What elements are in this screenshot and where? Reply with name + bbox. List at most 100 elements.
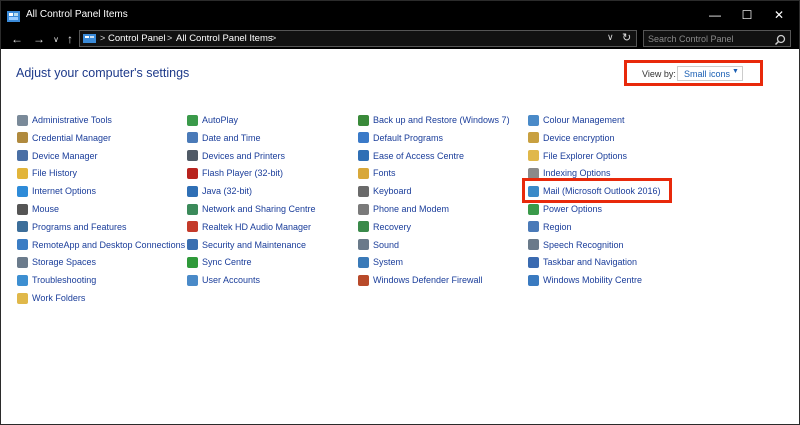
control-panel-item-label: Realtek HD Audio Manager bbox=[202, 221, 312, 232]
sync-centre-icon bbox=[187, 256, 198, 268]
autoplay-icon bbox=[187, 114, 198, 126]
colour-management-icon bbox=[528, 114, 539, 126]
address-bar[interactable]: > Control Panel > All Control Panel Item… bbox=[79, 30, 637, 47]
control-panel-item-label: Java (32-bit) bbox=[202, 186, 253, 197]
back-button[interactable]: ← bbox=[9, 32, 25, 46]
control-panel-item[interactable]: Mouse bbox=[17, 202, 59, 216]
control-panel-item-label: Taskbar and Navigation bbox=[543, 257, 638, 268]
control-panel-item-label: Credential Manager bbox=[32, 132, 112, 143]
minimize-button[interactable]: — bbox=[699, 1, 731, 29]
control-panel-item[interactable]: AutoPlay bbox=[187, 113, 238, 127]
control-panel-item[interactable]: Java (32-bit) bbox=[187, 184, 252, 198]
control-panel-item[interactable]: Flash Player (32-bit) bbox=[187, 166, 283, 180]
control-panel-item[interactable]: Storage Spaces bbox=[17, 255, 96, 269]
refresh-icon[interactable]: ↻ bbox=[622, 31, 631, 44]
control-panel-item[interactable]: Windows Mobility Centre bbox=[528, 273, 642, 287]
control-panel-item-label: Date and Time bbox=[202, 132, 261, 143]
control-panel-item[interactable]: File Explorer Options bbox=[528, 149, 627, 163]
control-panel-item-label: File History bbox=[32, 168, 78, 179]
recovery-icon bbox=[358, 221, 369, 233]
control-panel-item[interactable]: Network and Sharing Centre bbox=[187, 202, 316, 216]
control-panel-item-label: AutoPlay bbox=[202, 115, 239, 125]
ease-of-access-icon bbox=[358, 150, 369, 162]
control-panel-app-icon bbox=[7, 9, 20, 22]
remoteapp-icon bbox=[17, 239, 28, 251]
control-panel-item[interactable]: Work Folders bbox=[17, 291, 85, 305]
control-panel-item[interactable]: Devices and Printers bbox=[187, 149, 285, 163]
control-panel-item[interactable]: Default Programs bbox=[358, 131, 443, 145]
file-explorer-options-icon bbox=[528, 150, 539, 162]
control-panel-icon bbox=[83, 34, 96, 43]
control-panel-item[interactable]: Security and Maintenance bbox=[187, 238, 306, 252]
control-panel-item[interactable]: Speech Recognition bbox=[528, 238, 624, 252]
speech-recognition-icon bbox=[528, 239, 539, 251]
control-panel-item[interactable]: Sync Centre bbox=[187, 255, 252, 269]
control-panel-item-label: Sync Centre bbox=[202, 257, 252, 268]
control-panel-item[interactable]: System bbox=[358, 255, 403, 269]
control-panel-item[interactable]: Device Manager bbox=[17, 149, 98, 163]
control-panel-item[interactable]: User Accounts bbox=[187, 273, 260, 287]
network-sharing-icon bbox=[187, 203, 198, 215]
forward-button[interactable]: → bbox=[31, 32, 47, 46]
maximize-button[interactable]: ☐ bbox=[731, 1, 763, 29]
control-panel-item-label: Internet Options bbox=[32, 186, 97, 197]
search-icon[interactable] bbox=[774, 33, 786, 46]
control-panel-item-label: Back up and Restore (Windows 7) bbox=[373, 115, 510, 125]
phone-modem-icon bbox=[358, 203, 369, 215]
control-panel-item[interactable]: Taskbar and Navigation bbox=[528, 255, 637, 269]
address-dropdown-icon[interactable]: ∨ bbox=[607, 32, 614, 43]
control-panel-item-label: Network and Sharing Centre bbox=[202, 204, 316, 214]
control-panel-item[interactable]: Colour Management bbox=[528, 113, 625, 127]
breadcrumb-separator: > bbox=[271, 33, 277, 43]
control-panel-item[interactable]: Troubleshooting bbox=[17, 273, 96, 287]
control-panel-item[interactable]: Credential Manager bbox=[17, 131, 111, 145]
control-panel-item-label: Device Manager bbox=[32, 150, 98, 161]
keyboard-icon bbox=[358, 185, 369, 197]
taskbar-navigation-icon bbox=[528, 256, 539, 268]
control-panel-item[interactable]: Back up and Restore (Windows 7) bbox=[358, 113, 510, 127]
control-panel-item[interactable]: Recovery bbox=[358, 220, 411, 234]
control-panel-item[interactable]: Fonts bbox=[358, 166, 396, 180]
control-panel-item[interactable]: Programs and Features bbox=[17, 220, 127, 234]
breadcrumb-control-panel[interactable]: Control Panel bbox=[108, 33, 166, 44]
admin-tools-icon bbox=[17, 114, 28, 126]
control-panel-item[interactable]: Power Options bbox=[528, 202, 602, 216]
breadcrumb-separator: > bbox=[100, 33, 106, 43]
control-panel-item-label: Default Programs bbox=[373, 132, 444, 143]
device-encryption-icon bbox=[528, 132, 539, 144]
mobility-centre-icon bbox=[528, 274, 539, 286]
control-panel-item[interactable]: Realtek HD Audio Manager bbox=[187, 220, 311, 234]
control-panel-item[interactable]: Administrative Tools bbox=[17, 113, 112, 127]
control-panel-item-label: System bbox=[373, 257, 404, 268]
control-panel-item[interactable]: Sound bbox=[358, 238, 399, 252]
up-button[interactable]: ↑ bbox=[62, 32, 78, 46]
control-panel-item[interactable]: Windows Defender Firewall bbox=[358, 273, 483, 287]
sound-icon bbox=[358, 239, 369, 251]
control-panel-item-label: Power Options bbox=[543, 204, 603, 214]
control-panel-item[interactable]: Ease of Access Centre bbox=[358, 149, 464, 163]
control-panel-item-label: Troubleshooting bbox=[32, 275, 97, 286]
view-by-label: View by: bbox=[642, 69, 676, 79]
control-panel-item[interactable]: Region bbox=[528, 220, 572, 234]
control-panel-item-label: Administrative Tools bbox=[32, 115, 112, 125]
control-panel-item[interactable]: RemoteApp and Desktop Connections bbox=[17, 238, 185, 252]
breadcrumb-all-items[interactable]: All Control Panel Items bbox=[176, 33, 273, 44]
control-panel-item[interactable]: Phone and Modem bbox=[358, 202, 449, 216]
control-panel-item[interactable]: Device encryption bbox=[528, 131, 615, 145]
control-panel-item[interactable]: Date and Time bbox=[187, 131, 261, 145]
control-panel-item-label: Device encryption bbox=[543, 132, 615, 143]
control-panel-item[interactable]: Keyboard bbox=[358, 184, 412, 198]
close-button[interactable]: ✕ bbox=[763, 1, 795, 29]
search-box[interactable] bbox=[643, 30, 791, 47]
control-panel-item[interactable]: File History bbox=[17, 166, 77, 180]
search-input[interactable] bbox=[648, 32, 768, 45]
window-title: All Control Panel Items bbox=[26, 9, 128, 20]
control-panel-item[interactable]: Internet Options bbox=[17, 184, 96, 198]
fonts-icon bbox=[358, 167, 369, 179]
breadcrumb-separator: > bbox=[167, 33, 173, 43]
view-by-dropdown[interactable]: Small icons ▼ bbox=[677, 66, 743, 81]
control-panel-item-label: Devices and Printers bbox=[202, 150, 286, 161]
file-history-icon bbox=[17, 167, 28, 179]
user-accounts-icon bbox=[187, 274, 198, 286]
security-maintenance-icon bbox=[187, 239, 198, 251]
